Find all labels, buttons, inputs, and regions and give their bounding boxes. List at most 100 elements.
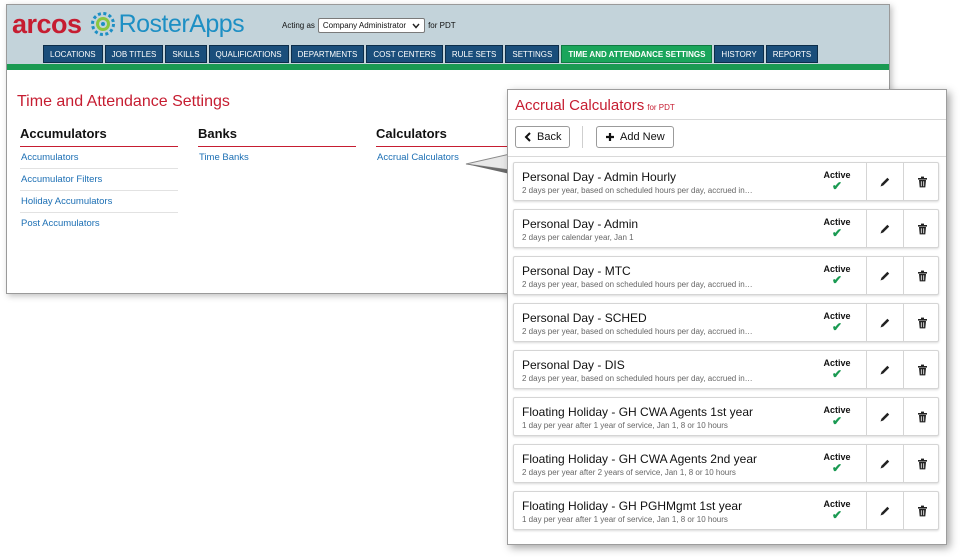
chevron-down-icon <box>412 23 420 29</box>
calculator-row[interactable]: Personal Day - Admin Hourly 2 days per ye… <box>513 162 939 201</box>
role-select[interactable]: Company Administrator <box>317 18 426 33</box>
calculator-name: Personal Day - Admin <box>522 217 639 231</box>
nav-tab-settings[interactable]: SETTINGS <box>505 45 560 63</box>
nav-tab-locations[interactable]: LOCATIONS <box>43 45 103 63</box>
nav-tab-cost-centers[interactable]: COST CENTERS <box>366 45 443 63</box>
accrual-calculators-panel: Accrual Calculators for PDT Back Add New … <box>507 89 947 545</box>
edit-button[interactable] <box>866 210 903 247</box>
acting-suffix: for PDT <box>428 21 456 30</box>
delete-button[interactable] <box>903 257 940 294</box>
edit-button[interactable] <box>866 304 903 341</box>
trash-icon <box>917 176 927 187</box>
edit-button[interactable] <box>866 257 903 294</box>
calculator-description: 2 days per calendar year, Jan 1 <box>522 233 634 242</box>
column-accumulators: Accumulators Accumulators Accumulator Fi… <box>20 126 178 234</box>
link-post-accumulators[interactable]: Post Accumulators <box>20 213 178 234</box>
checkmark-icon: ✔ <box>831 226 843 240</box>
calculator-name: Floating Holiday - GH CWA Agents 1st yea… <box>522 405 753 419</box>
delete-button[interactable] <box>903 304 940 341</box>
status-badge: Active ✔ <box>820 170 854 192</box>
status-badge: Active ✔ <box>820 358 854 380</box>
column-heading: Accumulators <box>20 126 178 147</box>
add-new-button[interactable]: Add New <box>596 126 674 148</box>
top-bar: arcos RosterApps Acting as Company Admin… <box>7 5 889 64</box>
nav-tab-job-titles[interactable]: JOB TITLES <box>104 45 164 63</box>
calculator-name: Floating Holiday - GH CWA Agents 2nd yea… <box>522 452 757 466</box>
panel-title: Accrual Calculators for PDT <box>515 97 675 114</box>
pencil-icon <box>880 412 890 421</box>
nav-tab-history[interactable]: HISTORY <box>714 45 764 63</box>
trash-icon <box>917 411 927 422</box>
calculator-row[interactable]: Personal Day - DIS 2 days per year, based… <box>513 350 939 389</box>
edit-button[interactable] <box>866 492 903 529</box>
calculator-row[interactable]: Floating Holiday - GH CWA Agents 1st yea… <box>513 397 939 436</box>
back-button[interactable]: Back <box>515 126 571 148</box>
delete-button[interactable] <box>903 398 940 435</box>
status-badge: Active ✔ <box>820 264 854 286</box>
calculator-row[interactable]: Floating Holiday - GH PGHMgmt 1st year 1 … <box>513 491 939 530</box>
pencil-icon <box>880 271 890 280</box>
trash-icon <box>917 364 927 375</box>
divider <box>508 119 946 120</box>
nav-tab-departments[interactable]: DEPARTMENTS <box>290 45 365 63</box>
calculator-row[interactable]: Personal Day - Admin 2 days per calendar … <box>513 209 939 248</box>
back-button-label: Back <box>537 131 562 143</box>
calculator-name: Personal Day - MTC <box>522 264 631 278</box>
link-accumulator-filters[interactable]: Accumulator Filters <box>20 169 178 191</box>
brand-app-name: RosterApps <box>118 9 245 38</box>
calculator-description: 1 day per year after 1 year of service, … <box>522 421 728 430</box>
delete-button[interactable] <box>903 351 940 388</box>
calculator-name: Personal Day - DIS <box>522 358 625 372</box>
divider <box>508 156 946 157</box>
nav-tab-reports[interactable]: REPORTS <box>765 45 819 63</box>
calculator-description: 1 day per year after 1 year of service, … <box>522 515 728 524</box>
status-badge: Active ✔ <box>820 499 854 521</box>
calculator-name: Personal Day - SCHED <box>522 311 647 325</box>
edit-button[interactable] <box>866 351 903 388</box>
pencil-icon <box>880 459 890 468</box>
role-select-value: Company Administrator <box>322 21 407 30</box>
edit-button[interactable] <box>866 445 903 482</box>
pencil-icon <box>880 318 890 327</box>
gear-logo-icon <box>90 12 115 36</box>
acting-as: Acting as Company Administrator for PDT <box>282 18 456 33</box>
nav-tab-rule-sets[interactable]: RULE SETS <box>444 45 504 63</box>
trash-icon <box>917 270 927 281</box>
page-title: Time and Attendance Settings <box>17 93 230 110</box>
delete-button[interactable] <box>903 445 940 482</box>
edit-button[interactable] <box>866 163 903 200</box>
checkmark-icon: ✔ <box>831 320 843 334</box>
delete-button[interactable] <box>903 210 940 247</box>
nav-tab-skills[interactable]: SKILLS <box>165 45 207 63</box>
trash-icon <box>917 223 927 234</box>
link-holiday-accumulators[interactable]: Holiday Accumulators <box>20 191 178 213</box>
link-time-banks[interactable]: Time Banks <box>198 147 356 168</box>
chevron-left-icon <box>524 132 531 142</box>
calculator-description: 2 days per year, based on scheduled hour… <box>522 374 753 383</box>
edit-button[interactable] <box>866 398 903 435</box>
calculator-name: Personal Day - Admin Hourly <box>522 170 677 184</box>
calculator-name: Floating Holiday - GH PGHMgmt 1st year <box>522 499 743 513</box>
calculator-row[interactable]: Personal Day - MTC 2 days per year, based… <box>513 256 939 295</box>
nav-tab-qualifications[interactable]: QUALIFICATIONS <box>208 45 289 63</box>
trash-icon <box>917 317 927 328</box>
nav-tab-time-and-attendance[interactable]: TIME AND ATTENDANCE SETTINGS <box>561 45 713 63</box>
delete-button[interactable] <box>903 492 940 529</box>
checkmark-icon: ✔ <box>831 461 843 475</box>
status-badge: Active ✔ <box>820 452 854 474</box>
calculator-row[interactable]: Floating Holiday - GH CWA Agents 2nd yea… <box>513 444 939 483</box>
pencil-icon <box>880 224 890 233</box>
pencil-icon <box>880 365 890 374</box>
delete-button[interactable] <box>903 163 940 200</box>
main-nav: LOCATIONS JOB TITLES SKILLS QUALIFICATIO… <box>43 45 819 63</box>
brand-name: arcos <box>12 8 82 39</box>
toolbar-separator <box>582 126 583 148</box>
status-badge: Active ✔ <box>820 217 854 239</box>
calculator-row[interactable]: Personal Day - SCHED 2 days per year, bas… <box>513 303 939 342</box>
checkmark-icon: ✔ <box>831 508 843 522</box>
link-accumulators[interactable]: Accumulators <box>20 147 178 169</box>
pencil-icon <box>880 506 890 515</box>
checkmark-icon: ✔ <box>831 367 843 381</box>
brand-logo: arcos RosterApps <box>12 8 245 39</box>
panel-subtitle: for PDT <box>647 103 675 112</box>
